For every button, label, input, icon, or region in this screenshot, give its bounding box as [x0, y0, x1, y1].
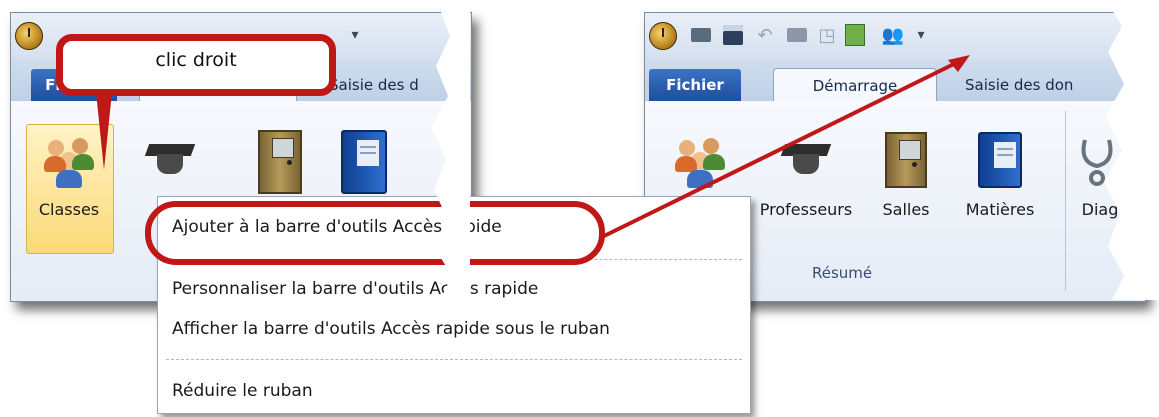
torn-edge-right — [1104, 10, 1159, 300]
highlight-ellipse — [145, 201, 605, 265]
highlight-arrow — [599, 60, 959, 240]
torn-edge-left — [432, 10, 470, 300]
callout-tail — [96, 92, 112, 170]
annotation-overlay — [96, 10, 1159, 300]
arrow-head — [948, 55, 970, 72]
